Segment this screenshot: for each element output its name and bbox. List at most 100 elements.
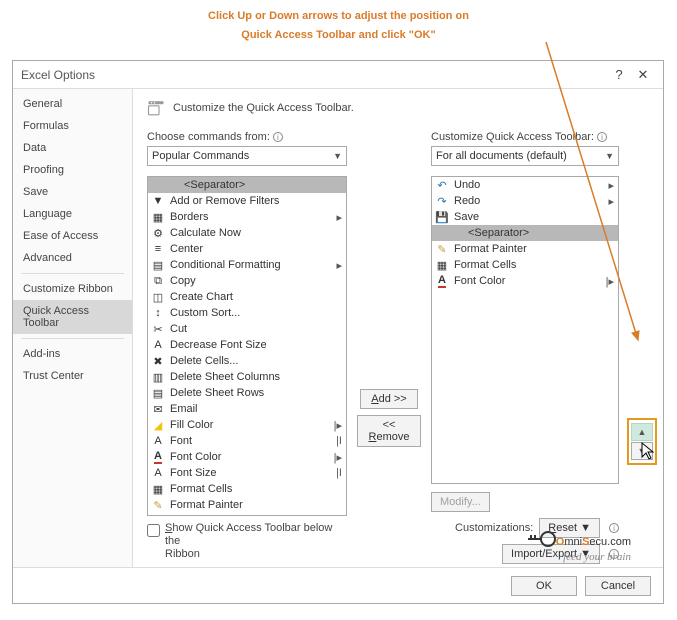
command-item[interactable]: ✖ Delete Cells... (148, 353, 346, 369)
nav-item-trust-center[interactable]: Trust Center (13, 365, 132, 387)
info-icon[interactable]: i (609, 549, 619, 559)
command-item[interactable]: ▦Freeze Panes▸ (148, 513, 346, 515)
remove-button[interactable]: << Remove (357, 415, 421, 447)
nav-item-proofing[interactable]: Proofing (13, 159, 132, 181)
submenu-indicator: |▸ (606, 275, 614, 288)
command-icon: ≡ (150, 242, 166, 256)
add-button[interactable]: Add >> (360, 389, 418, 409)
command-icon: A (150, 338, 166, 352)
command-item[interactable]: ▦Borders▸ (148, 209, 346, 225)
nav-item-advanced[interactable]: Advanced (13, 247, 132, 269)
ok-button[interactable]: OK (511, 576, 577, 596)
nav-item-language[interactable]: Language (13, 203, 132, 225)
command-item[interactable]: ✎Format Painter (432, 241, 618, 257)
close-button[interactable]: ✕ (631, 67, 655, 83)
command-item[interactable]: ▥Delete Sheet Columns (148, 369, 346, 385)
command-label: Font (170, 435, 336, 447)
command-label: Calculate Now (170, 227, 344, 239)
command-icon: ▥ (150, 370, 166, 384)
submenu-indicator: |I (336, 435, 342, 447)
command-label: Font Size (170, 467, 336, 479)
available-commands-listbox[interactable]: <Separator> ▼Add or Remove Filters▦Border… (147, 176, 347, 516)
titlebar: Excel Options ? ✕ (13, 61, 663, 89)
command-item[interactable]: AFont Color|▸ (432, 273, 618, 289)
nav-sidebar: GeneralFormulasDataProofingSaveLanguageE… (13, 89, 133, 567)
command-label: Save (454, 211, 616, 223)
command-item[interactable]: ↕Custom Sort... (148, 305, 346, 321)
command-icon: ◢ (150, 418, 166, 432)
nav-item-general[interactable]: General (13, 93, 132, 115)
command-item[interactable]: 💾Save (432, 209, 618, 225)
command-icon: ▼ (150, 194, 166, 208)
command-label: Delete Cells... (170, 355, 344, 367)
nav-item-add-ins[interactable]: Add-ins (13, 343, 132, 365)
submenu-indicator: ▸ (608, 195, 614, 208)
help-button[interactable]: ? (607, 67, 631, 82)
command-item[interactable]: A Decrease Font Size (148, 337, 346, 353)
command-item[interactable]: ✉ Email (148, 401, 346, 417)
command-label: Decrease Font Size (170, 339, 344, 351)
command-item[interactable]: AFont Color|▸ (148, 449, 346, 465)
command-item[interactable]: ▼Add or Remove Filters (148, 193, 346, 209)
nav-item-formulas[interactable]: Formulas (13, 115, 132, 137)
dialog-title: Excel Options (21, 68, 607, 82)
command-icon: ⧉ (150, 274, 166, 288)
command-icon: ↷ (434, 194, 450, 208)
command-item[interactable]: <Separator> (148, 177, 346, 193)
command-label: Conditional Formatting (170, 259, 336, 271)
command-item[interactable]: ▤Conditional Formatting▸ (148, 257, 346, 273)
command-item[interactable]: ✂Cut (148, 321, 346, 337)
command-icon (150, 178, 166, 192)
submenu-indicator: ▸ (608, 179, 614, 192)
chevron-down-icon: ▼ (605, 151, 614, 161)
move-up-button[interactable]: ▲ (631, 423, 653, 441)
command-label: Undo (454, 179, 608, 191)
nav-item-quick-access-toolbar[interactable]: Quick Access Toolbar (13, 300, 132, 334)
reset-button[interactable]: Reset ▼ (539, 518, 600, 538)
nav-item-save[interactable]: Save (13, 181, 132, 203)
command-item[interactable]: <Separator> (432, 225, 618, 241)
choose-commands-dropdown[interactable]: Popular Commands▼ (147, 146, 347, 166)
command-label: Format Painter (170, 499, 344, 511)
command-icon: ✎ (434, 242, 450, 256)
command-icon: ▦ (434, 258, 450, 272)
command-icon: ▦ (150, 210, 166, 224)
command-item[interactable]: ▤Delete Sheet Rows (148, 385, 346, 401)
command-item[interactable]: ⚙Calculate Now (148, 225, 346, 241)
command-label: Email (170, 403, 344, 415)
cancel-button[interactable]: Cancel (585, 576, 651, 596)
modify-button: Modify... (431, 492, 490, 512)
command-item[interactable]: AFont|I (148, 433, 346, 449)
command-item[interactable]: ↶Undo▸ (432, 177, 618, 193)
command-item[interactable]: ▦Format Cells (148, 481, 346, 497)
instruction-annotation: Click Up or Down arrows to adjust the po… (0, 6, 677, 44)
customize-qat-dropdown[interactable]: For all documents (default)▼ (431, 146, 619, 166)
command-label: <Separator> (170, 179, 344, 191)
command-item[interactable]: ✎Format Painter (148, 497, 346, 513)
submenu-indicator: ▸ (336, 515, 342, 516)
import-export-button[interactable]: Import/Export ▼ (502, 544, 600, 564)
info-icon[interactable]: i (609, 523, 619, 533)
command-label: Cut (170, 323, 344, 335)
command-item[interactable]: ≡ Center (148, 241, 346, 257)
submenu-indicator: ▸ (336, 211, 342, 224)
command-icon: ✉ (150, 402, 166, 416)
command-item[interactable]: ↷Redo▸ (432, 193, 618, 209)
command-icon: ✖ (150, 354, 166, 368)
customize-qat-label: Customize Quick Access Toolbar:i (431, 131, 619, 143)
nav-item-customize-ribbon[interactable]: Customize Ribbon (13, 278, 132, 300)
nav-item-data[interactable]: Data (13, 137, 132, 159)
qat-commands-listbox[interactable]: ↶Undo▸↷Redo▸💾Save<Separator>✎Format Pain… (431, 176, 619, 484)
show-below-ribbon-checkbox[interactable] (147, 524, 160, 537)
info-icon[interactable]: i (273, 132, 283, 142)
info-icon[interactable]: i (597, 132, 607, 142)
command-label: Center (170, 243, 344, 255)
command-item[interactable]: ◫Create Chart (148, 289, 346, 305)
move-down-button[interactable]: ▼ (631, 442, 653, 460)
command-item[interactable]: ⧉ Copy (148, 273, 346, 289)
nav-item-ease-of-access[interactable]: Ease of Access (13, 225, 132, 247)
command-item[interactable]: ▦Format Cells (432, 257, 618, 273)
command-item[interactable]: AFont Size|I (148, 465, 346, 481)
command-label: Copy (170, 275, 344, 287)
command-item[interactable]: ◢Fill Color|▸ (148, 417, 346, 433)
